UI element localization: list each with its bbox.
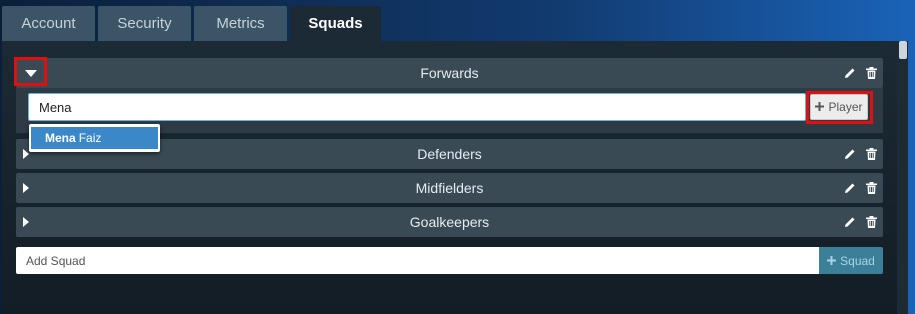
squad-row-forwards: Forwards <box>16 58 883 88</box>
suggestion-match: Mena <box>45 131 76 145</box>
trash-icon[interactable] <box>866 182 877 194</box>
caret-right-icon <box>23 217 29 227</box>
squad-row-midfielders: Midfielders <box>16 173 883 203</box>
squad-row-goalkeepers: Goalkeepers <box>16 207 883 237</box>
expand-toggle-midfielders[interactable] <box>16 173 46 203</box>
suggestion-item[interactable]: Mena Faiz <box>31 127 158 149</box>
trash-icon[interactable] <box>866 148 877 160</box>
caret-down-icon <box>25 69 37 77</box>
suggestion-rest: Faiz <box>78 131 102 145</box>
add-player-label: Player <box>828 100 863 114</box>
squad-title: Midfielders <box>415 180 484 196</box>
scrollbar-thumb[interactable] <box>899 41 907 59</box>
add-squad-input[interactable] <box>16 247 819 274</box>
scrollbar[interactable] <box>897 41 908 314</box>
pencil-icon[interactable] <box>844 182 856 194</box>
player-suggestion-dropdown: Mena Faiz <box>29 124 160 152</box>
tab-bar: Account Security Metrics Squads <box>0 0 915 41</box>
trash-icon[interactable] <box>866 216 877 228</box>
pencil-icon[interactable] <box>844 67 856 79</box>
plus-icon <box>827 254 837 268</box>
player-search-input[interactable] <box>28 93 806 121</box>
tab-metrics[interactable]: Metrics <box>194 6 287 41</box>
add-player-button[interactable]: Player <box>810 94 868 120</box>
expand-toggle-forwards[interactable] <box>16 58 46 88</box>
squad-title: Defenders <box>417 146 482 162</box>
squad-title: Goalkeepers <box>409 214 490 230</box>
pencil-icon[interactable] <box>844 216 856 228</box>
tab-account[interactable]: Account <box>2 6 95 41</box>
add-squad-button[interactable]: Squad <box>819 247 883 274</box>
plus-icon <box>815 100 825 114</box>
squad-title: Forwards <box>420 65 479 81</box>
trash-icon[interactable] <box>866 67 877 79</box>
add-squad-label: Squad <box>840 253 875 268</box>
caret-right-icon <box>23 183 29 193</box>
tab-security[interactable]: Security <box>98 6 191 41</box>
tab-squads[interactable]: Squads <box>290 6 381 41</box>
expand-toggle-goalkeepers[interactable] <box>16 207 46 237</box>
pencil-icon[interactable] <box>844 148 856 160</box>
